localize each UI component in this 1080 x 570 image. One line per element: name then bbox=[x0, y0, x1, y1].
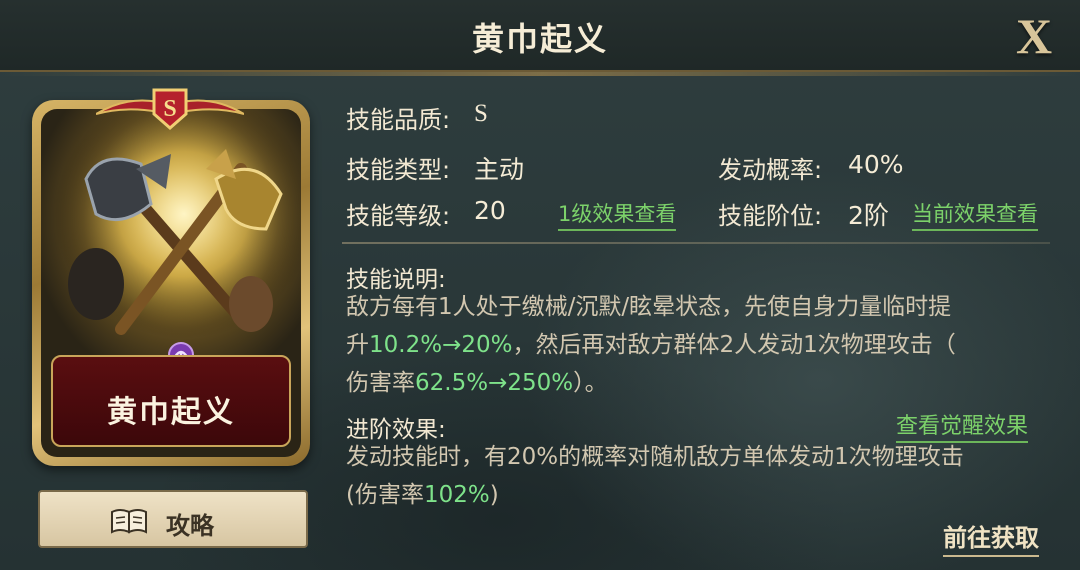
guide-button[interactable]: 攻略 bbox=[38, 490, 308, 548]
advance-highlight-damage: 102% bbox=[423, 482, 490, 508]
description-text: 敌方每有1人处于缴械/沉默/眩晕状态，先使自身力量临时提 升10.2%→20%，… bbox=[346, 288, 1036, 402]
guide-button-label: 攻略 bbox=[166, 512, 214, 540]
rate-value: 40% bbox=[848, 150, 904, 179]
grade-letter: S bbox=[163, 96, 176, 122]
advance-line-2: (伤害率102%) bbox=[346, 476, 1036, 514]
advance-text: 发动技能时，有20%的概率对随机敌方单体发动1次物理攻击 (伤害率102%) bbox=[346, 438, 1036, 514]
book-icon bbox=[111, 509, 147, 534]
advance-line-1: 发动技能时，有20%的概率对随机敌方单体发动1次物理攻击 bbox=[346, 444, 964, 470]
quality-value: S bbox=[474, 100, 488, 127]
type-label: 技能类型: bbox=[346, 156, 451, 184]
rank-value: 2阶 bbox=[848, 201, 889, 230]
description-text-part: ）。 bbox=[573, 370, 608, 396]
description-text-part: 伤害率 bbox=[346, 370, 415, 396]
type-value: 主动 bbox=[474, 155, 525, 184]
badge-wing-left-icon bbox=[96, 99, 158, 115]
card-name-plate: 黄巾起义 bbox=[51, 355, 291, 447]
skill-card-art-frame: 黄巾起义 bbox=[41, 109, 301, 457]
description-highlight-damage: 62.5%→250% bbox=[415, 370, 574, 396]
badge-wing-right-icon bbox=[182, 99, 244, 115]
advance-text-part: (伤害率 bbox=[346, 482, 424, 508]
grade-badge: S bbox=[152, 88, 188, 130]
description-text-part: 升 bbox=[346, 332, 369, 358]
level-value: 20 bbox=[474, 196, 506, 225]
header-bar: 黄巾起义 X bbox=[0, 0, 1080, 76]
current-effect-link[interactable]: 当前效果查看 bbox=[912, 198, 1038, 231]
level-label: 技能等级: bbox=[346, 202, 451, 230]
description-line-3: 伤害率62.5%→250%）。 bbox=[346, 364, 1036, 402]
goto-obtain-link[interactable]: 前往获取 bbox=[943, 518, 1039, 557]
description-highlight-strength: 10.2%→20% bbox=[369, 332, 513, 358]
level-effect-link[interactable]: 1级效果查看 bbox=[558, 198, 677, 231]
skill-card: 黄巾起义 bbox=[32, 100, 310, 466]
page-title: 黄巾起义 bbox=[471, 20, 608, 58]
advance-text-part: ) bbox=[489, 482, 499, 508]
crossed-axes-icon bbox=[41, 109, 301, 359]
divider bbox=[342, 242, 1050, 244]
description-line-2: 升10.2%→20%，然后再对敌方群体2人发动1次物理攻击（ bbox=[346, 326, 1036, 364]
rate-label: 发动概率: bbox=[718, 156, 823, 184]
description-text-part: ，然后再对敌方群体2人发动1次物理攻击（ bbox=[512, 332, 956, 358]
rank-label: 技能阶位: bbox=[718, 202, 823, 230]
close-button[interactable]: X bbox=[1010, 10, 1058, 62]
card-name: 黄巾起义 bbox=[107, 395, 235, 430]
description-line-1: 敌方每有1人处于缴械/沉默/眩晕状态，先使自身力量临时提 bbox=[346, 294, 952, 320]
quality-label: 技能品质: bbox=[346, 106, 451, 134]
